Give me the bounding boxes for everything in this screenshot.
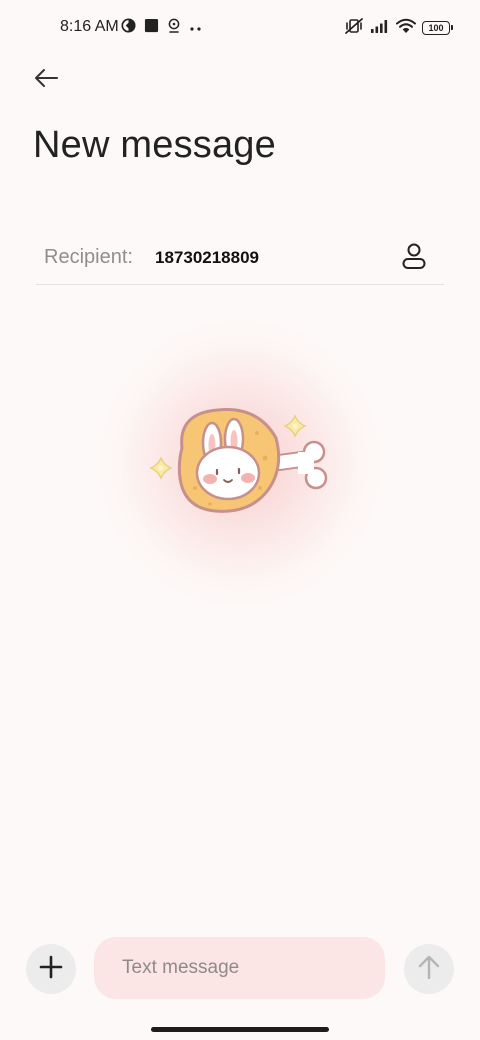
send-button[interactable] (404, 944, 454, 994)
wifi-icon (396, 18, 416, 39)
recipient-label: Recipient: (44, 246, 133, 268)
contact-picker-button[interactable] (394, 238, 434, 278)
add-attachment-button[interactable] (26, 944, 76, 994)
status-right-icons: 100 (344, 17, 453, 40)
composer-bar (0, 930, 480, 1006)
empty-state-illustration (100, 318, 380, 608)
home-indicator[interactable] (151, 1027, 329, 1032)
bunny-drumstick-icon (149, 408, 328, 513)
signal-icon (370, 19, 390, 38)
status-time: 8:16 AM (60, 18, 119, 35)
status-left-icons (121, 18, 203, 38)
arrow-left-icon (33, 68, 59, 93)
status-bar: 8:16 AM 100 (0, 0, 480, 56)
recipient-input[interactable] (155, 248, 375, 268)
battery-icon: 100 (422, 21, 453, 35)
page-title: New message (33, 124, 276, 166)
vibrate-off-icon (344, 17, 364, 40)
recipient-row: Recipient: (36, 232, 444, 285)
square-notification-icon (144, 18, 159, 38)
arrow-up-icon (417, 954, 441, 985)
more-dots-icon (189, 19, 203, 37)
message-input[interactable] (94, 937, 385, 999)
location-icon (167, 18, 181, 39)
back-button[interactable] (28, 62, 64, 98)
person-icon (401, 242, 427, 275)
data-saver-icon (121, 18, 136, 38)
plus-icon (39, 955, 63, 984)
